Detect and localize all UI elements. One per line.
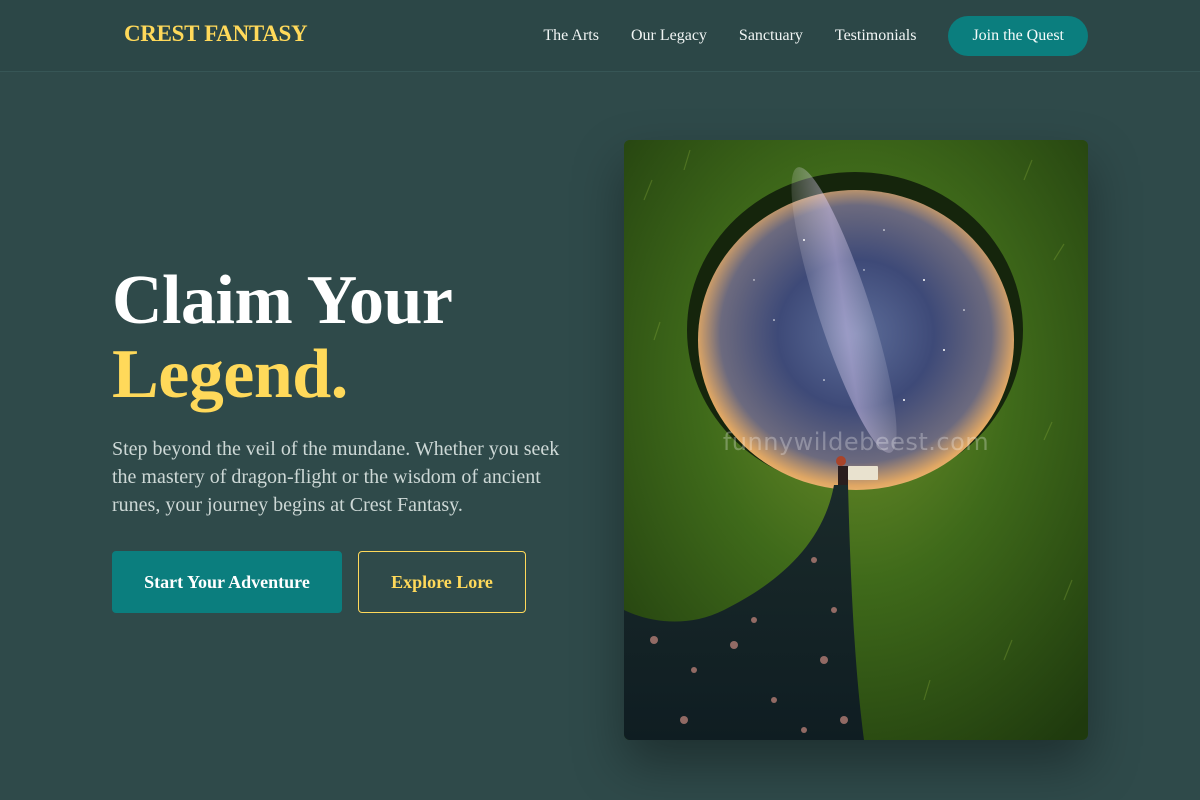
hero-image-illustration (624, 140, 1088, 740)
nav-link-testimonials[interactable]: Testimonials (835, 27, 917, 45)
site-header: CREST FANTASY The Arts Our Legacy Sanctu… (0, 0, 1200, 72)
site-logo[interactable]: CREST FANTASY (124, 21, 308, 47)
hero-title: Claim Your Legend. (112, 262, 453, 413)
hero-title-line1: Claim Your (112, 262, 453, 339)
join-quest-button[interactable]: Join the Quest (948, 16, 1088, 56)
hero-image: funnywildebeest.com (624, 140, 1088, 740)
nav-link-the-arts[interactable]: The Arts (543, 27, 599, 45)
explore-lore-button[interactable]: Explore Lore (358, 551, 526, 613)
hero-description: Step beyond the veil of the mundane. Whe… (112, 438, 560, 516)
nav-link-sanctuary[interactable]: Sanctuary (739, 27, 803, 45)
start-adventure-button[interactable]: Start Your Adventure (112, 551, 342, 613)
hero-title-line2: Legend. (112, 336, 348, 413)
nav-link-our-legacy[interactable]: Our Legacy (631, 27, 707, 45)
main-nav: The Arts Our Legacy Sanctuary Testimonia… (543, 16, 1088, 56)
